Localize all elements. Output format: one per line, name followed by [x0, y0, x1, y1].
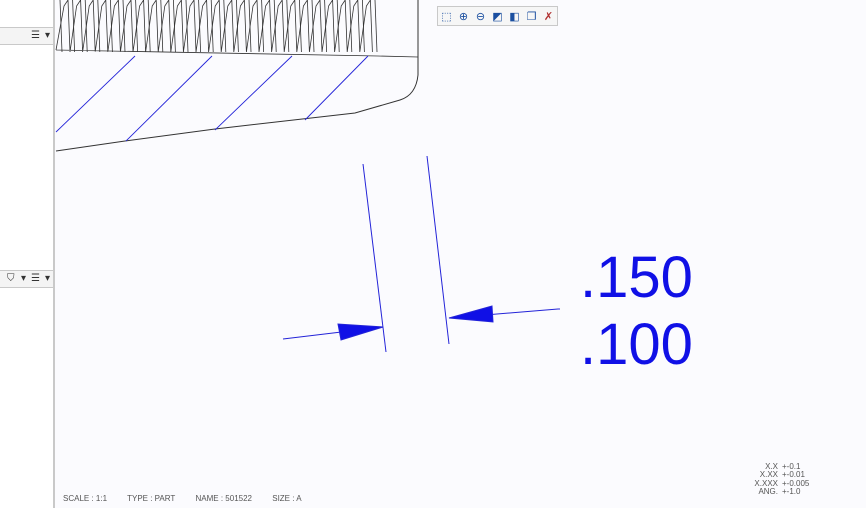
dimension-lower-limit[interactable]: .100: [580, 313, 693, 377]
thread-profile: [55, 0, 419, 58]
drawing-canvas[interactable]: [0, 0, 866, 508]
type-label: TYPE : PART: [127, 494, 176, 503]
dimension-upper-limit[interactable]: .150: [580, 246, 693, 310]
tolerance-table: X.X +-0.1 X.XX +-0.01 X.XXX +-0.005 ANG. +-1…: [748, 462, 810, 496]
extension-lines: [362, 155, 450, 353]
tolerance-row: X.XXX +-0.005: [754, 478, 810, 488]
size-label: SIZE : A: [272, 494, 302, 503]
name-label: NAME : 501522: [195, 494, 252, 503]
scale-label: SCALE : 1:1: [63, 494, 108, 503]
dimension-leader: [282, 305, 560, 341]
section-hatching: [55, 55, 369, 142]
tolerance-row: ANG. +-1.0: [758, 486, 801, 496]
drawing-title-info: SCALE : 1:1 TYPE : PART NAME : 501522 SI…: [63, 494, 320, 503]
